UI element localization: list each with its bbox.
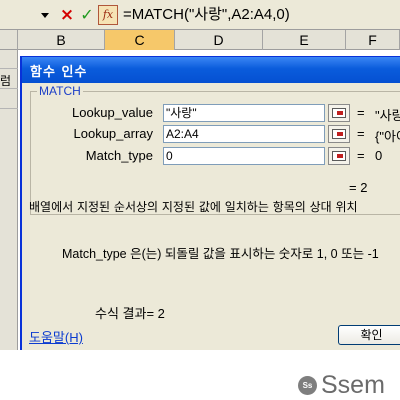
formula-bar: × ✓ fx =MATCH("사랑",A2:A4,0)	[0, 0, 400, 30]
arg-result-lookup-value: "사랑"	[375, 108, 400, 123]
function-arguments-dialog: 함수 인수 MATCH Lookup_value "사랑" = "사랑" Loo…	[20, 56, 400, 350]
collapse-dialog-icon	[332, 108, 346, 118]
formula-result: 수식 결과= 2	[95, 306, 165, 321]
cell-text-fragment: 럼	[0, 74, 12, 88]
collapse-dialog-icon	[332, 151, 346, 161]
select-all-corner[interactable]	[0, 30, 18, 50]
help-link[interactable]: 도움말(H)	[29, 327, 83, 346]
column-header-c[interactable]: C	[105, 30, 175, 50]
enter-icon[interactable]: ✓	[78, 4, 96, 26]
column-header-b[interactable]: B	[18, 30, 105, 50]
column-header-d[interactable]: D	[175, 30, 263, 50]
dialog-title-bar[interactable]: 함수 인수	[22, 57, 400, 83]
collapse-dialog-icon	[332, 129, 346, 139]
arg-result-match-type: 0	[375, 148, 383, 163]
name-box-dropdown[interactable]	[38, 8, 52, 22]
equals-sign: =	[357, 148, 365, 163]
column-headers: B C D E F	[0, 30, 400, 50]
collapse-dialog-button[interactable]	[328, 125, 350, 143]
arg-result-lookup-array: {"아이	[375, 129, 400, 144]
insert-function-icon[interactable]: fx	[98, 5, 118, 25]
function-name: MATCH	[37, 84, 83, 98]
function-result: = 2	[349, 180, 368, 195]
match-type-input[interactable]: 0	[163, 147, 325, 165]
arg-label-match-type: Match_type	[85, 148, 153, 163]
arg-label-lookup-value: Lookup_value	[72, 105, 153, 120]
function-description: 배열에서 지정된 순서상의 지정된 값에 일치하는 항목의 상대 위치	[29, 200, 358, 214]
watermark-logo-icon: Ss	[298, 376, 317, 395]
watermark-text: Ssem	[321, 371, 385, 399]
dialog-title: 함수 인수	[30, 65, 88, 80]
row-divider	[0, 68, 18, 69]
equals-sign: =	[357, 105, 365, 120]
ok-button[interactable]: 확인	[338, 325, 400, 345]
column-header-f[interactable]: F	[346, 30, 400, 50]
column-header-e[interactable]: E	[263, 30, 346, 50]
collapse-dialog-button[interactable]	[328, 104, 350, 122]
equals-sign: =	[357, 126, 365, 141]
argument-description: Match_type 은(는) 되돌릴 값을 표시하는 숫자로 1, 0 또는 …	[62, 247, 379, 261]
formula-input[interactable]: =MATCH("사랑",A2:A4,0)	[123, 4, 290, 26]
lookup-value-input[interactable]: "사랑"	[163, 104, 325, 122]
row-divider	[0, 108, 18, 109]
row-headers	[0, 50, 18, 350]
chevron-down-icon	[41, 12, 49, 18]
function-args-group: MATCH Lookup_value "사랑" = "사랑" Lookup_ar…	[30, 84, 400, 215]
collapse-dialog-button[interactable]	[328, 147, 350, 165]
lookup-array-input[interactable]: A2:A4	[163, 125, 325, 143]
arg-label-lookup-array: Lookup_array	[73, 126, 154, 141]
cancel-icon[interactable]: ×	[58, 4, 76, 26]
